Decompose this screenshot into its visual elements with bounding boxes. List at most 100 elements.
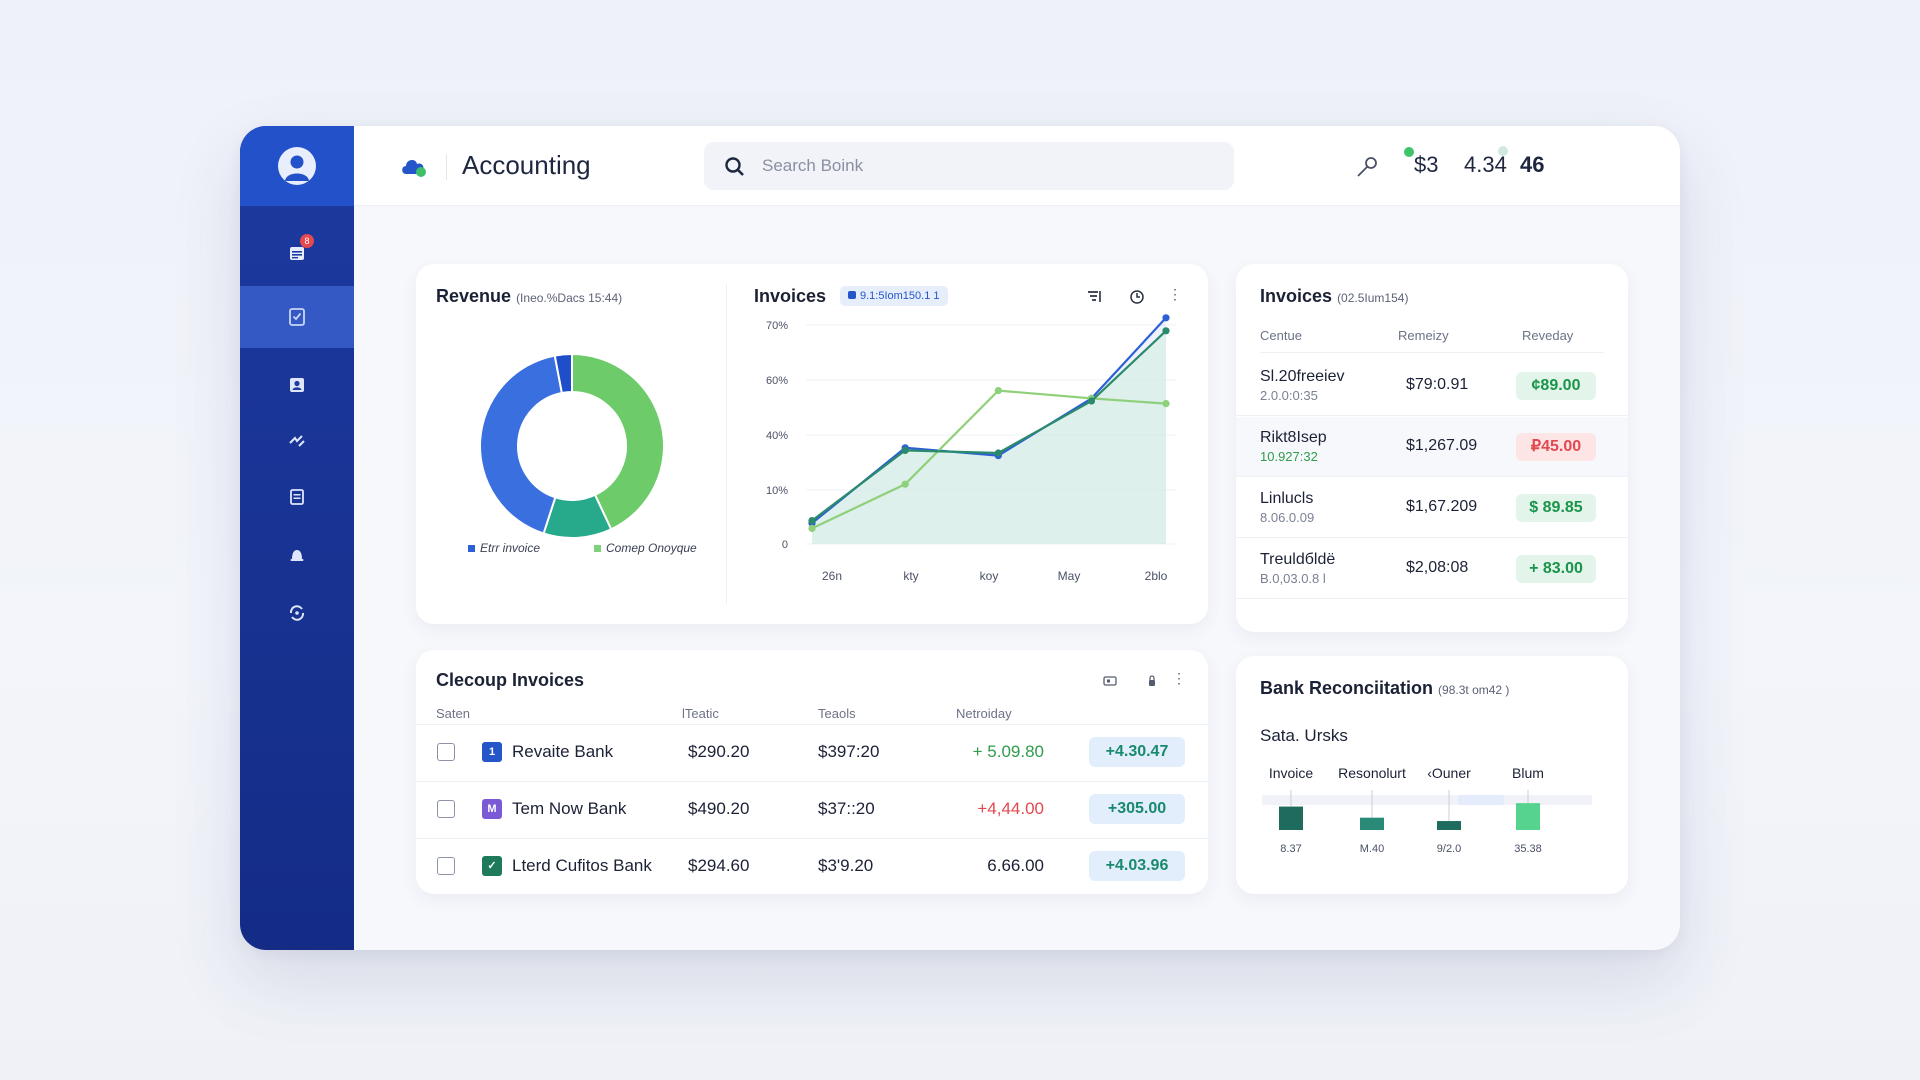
row-checkbox[interactable] [437, 800, 455, 818]
col-header-teaols: Teaols [818, 706, 856, 721]
data-point [994, 449, 1002, 457]
legend-label-2: Comep Onoyque [606, 541, 697, 555]
sidebar-item-calendar[interactable]: 8 [240, 224, 354, 282]
data-point [1162, 314, 1170, 322]
table-row[interactable]: M Tem Now Bank $490.20 $37::20 +4,44.00 +305.… [416, 781, 1208, 837]
invoice-amount: $79:0.91 [1406, 376, 1469, 393]
search-bar[interactable] [704, 142, 1234, 190]
app-title: Accounting [462, 150, 591, 180]
cell-lteatic: $294.60 [688, 856, 750, 875]
y-tick-label: 60% [766, 375, 788, 387]
bar-category-label: Resonolurt [1338, 765, 1406, 781]
revenue-subtitle: (Ineo.%Dacs 15:44) [516, 291, 623, 305]
table-row[interactable]: ✓ Lterd Cufitos Bank $294.60 $3'9.20 6.66.00… [416, 838, 1208, 894]
invoice-row[interactable]: Treuldбldё B.0,03.0.8 l $2,08:08 + 83.00 [1236, 539, 1628, 599]
sidebar-item-alerts[interactable] [240, 526, 354, 584]
invoice-amount: $2,08:08 [1406, 559, 1469, 576]
more-options-icon[interactable]: ⋮ [1168, 286, 1183, 303]
bar-value-label: 8.37 [1280, 843, 1301, 855]
y-tick-label: 70% [766, 320, 788, 332]
bank-logo-icon: 1 [482, 742, 502, 762]
sidebar-item-documents[interactable] [240, 468, 354, 526]
stat-value-2: 4.34 [1464, 152, 1507, 177]
badge-square-icon [848, 291, 856, 299]
bank-rec-title-text: Bank Reconciitation [1260, 678, 1434, 698]
invoice-date: B.0,03.0.8 l [1260, 571, 1326, 586]
invoice-name: Linlucls [1260, 490, 1314, 507]
y-tick-label: 0 [782, 539, 788, 551]
invoice-row[interactable]: Linlucls 8.06.0.09 $1,67.209 $ 89.85 [1236, 478, 1628, 538]
data-point [808, 524, 816, 532]
clock-icon[interactable] [1128, 288, 1146, 306]
lock-icon[interactable] [1145, 674, 1159, 688]
legend-item-1: Etrr invoice [468, 541, 540, 555]
row-checkbox[interactable] [437, 743, 455, 761]
data-point [1162, 400, 1170, 408]
search-input[interactable] [762, 142, 1212, 190]
bar [1360, 817, 1384, 830]
series-area [812, 330, 1166, 544]
revenue-invoices-card: Revenue (Ineo.%Dacs 15:44) Etrr invoice … [416, 264, 1208, 624]
invoice-row[interactable]: Rikt8Isep 10.927:32 $1,267.09 ₽45.00 [1236, 417, 1628, 477]
invoices-chart-badge: 9.1:5Iom150.1 1 [840, 286, 948, 306]
cell-teaols: $37::20 [818, 799, 875, 818]
bar-category-label: Blum [1512, 765, 1544, 781]
bank-reconciliation-card: Bank Reconciitation (98.3t om42 ) Sata. … [1236, 656, 1628, 894]
col-header-centue: Centue [1260, 328, 1302, 343]
col-header-netroiday: Netroiday [956, 706, 1012, 721]
invoice-date: 2.0.0:0:35 [1260, 388, 1318, 403]
bar [1279, 806, 1303, 830]
bar-value-label: M.40 [1360, 843, 1384, 855]
bank-name: Lterd Cufitos Bank [512, 856, 652, 875]
x-tick-label: 26n [822, 569, 842, 583]
donut-slice [479, 354, 564, 535]
transfer-icon [289, 435, 305, 447]
app-window: 8 Accounting Search Boink $3 4.34 46 Rev… [240, 126, 1680, 950]
revenue-title-text: Revenue [436, 286, 512, 306]
invoices-chart-title: Invoices [754, 286, 827, 306]
legend-item-2: Comep Onoyque [594, 541, 697, 555]
sidebar-item-contacts[interactable] [240, 356, 354, 414]
stat-value-3: 46 [1520, 152, 1545, 177]
x-tick-label: May [1058, 569, 1081, 583]
amount-pill: +4.30.47 [1089, 737, 1185, 767]
legend-swatch-green [594, 545, 601, 553]
stat-value-1: $3 [1414, 152, 1439, 177]
bank-rec-section-title: Sata. Ursks [1260, 726, 1348, 745]
invoice-amount: $1,67.209 [1406, 498, 1478, 515]
col-header-remeizy: Remeizy [1398, 328, 1449, 343]
data-point [901, 446, 909, 454]
profile-avatar[interactable] [278, 147, 316, 185]
user-icon [285, 155, 309, 181]
invoice-name: Treuldбldё [1260, 551, 1336, 568]
bar-category-label: ‹Ouner [1427, 765, 1471, 781]
data-point [1162, 327, 1170, 335]
cell-teaols: $3'9.20 [818, 856, 874, 875]
bar-value-label: 35.38 [1514, 843, 1542, 855]
wrench-icon[interactable] [1354, 154, 1380, 180]
invoice-row[interactable]: Sl.20freeiev 2.0.0:0:35 $79:0.91 ¢89.00 [1236, 356, 1628, 416]
bank-logo-icon: M [482, 799, 502, 819]
contacts-icon [290, 378, 304, 392]
data-point [901, 480, 909, 488]
clecoup-more-icon[interactable]: ⋮ [1172, 670, 1187, 687]
invoice-change-badge: + 83.00 [1516, 555, 1596, 583]
sidebar-item-checklist[interactable] [240, 286, 354, 348]
sidebar-item-sync[interactable] [240, 584, 354, 642]
invoices-list-card: Invoices (02.5Ium154) Centue Remeizy Rev… [1236, 264, 1628, 632]
title-divider [446, 154, 447, 180]
cell-lteatic: $490.20 [688, 799, 750, 818]
table-row[interactable]: 1 Revaite Bank $290.20 $397:20 + 5.09.80 +4.3… [416, 724, 1208, 780]
filter-icon[interactable] [1086, 288, 1104, 306]
bar-track [1262, 795, 1592, 805]
bar [1437, 821, 1461, 830]
bank-rec-subtitle: (98.3t om42 ) [1438, 683, 1510, 697]
status-online-dot [1404, 147, 1414, 157]
window-icon[interactable] [1102, 674, 1118, 688]
invoice-amount: $1,267.09 [1406, 437, 1478, 454]
clecoup-title: Clecoup Invoices [436, 670, 585, 690]
row-checkbox[interactable] [437, 857, 455, 875]
sidebar-item-transfer[interactable] [240, 412, 354, 470]
badge-label: 9.1:5Iom150.1 1 [860, 290, 940, 302]
header-divider [1260, 352, 1604, 353]
